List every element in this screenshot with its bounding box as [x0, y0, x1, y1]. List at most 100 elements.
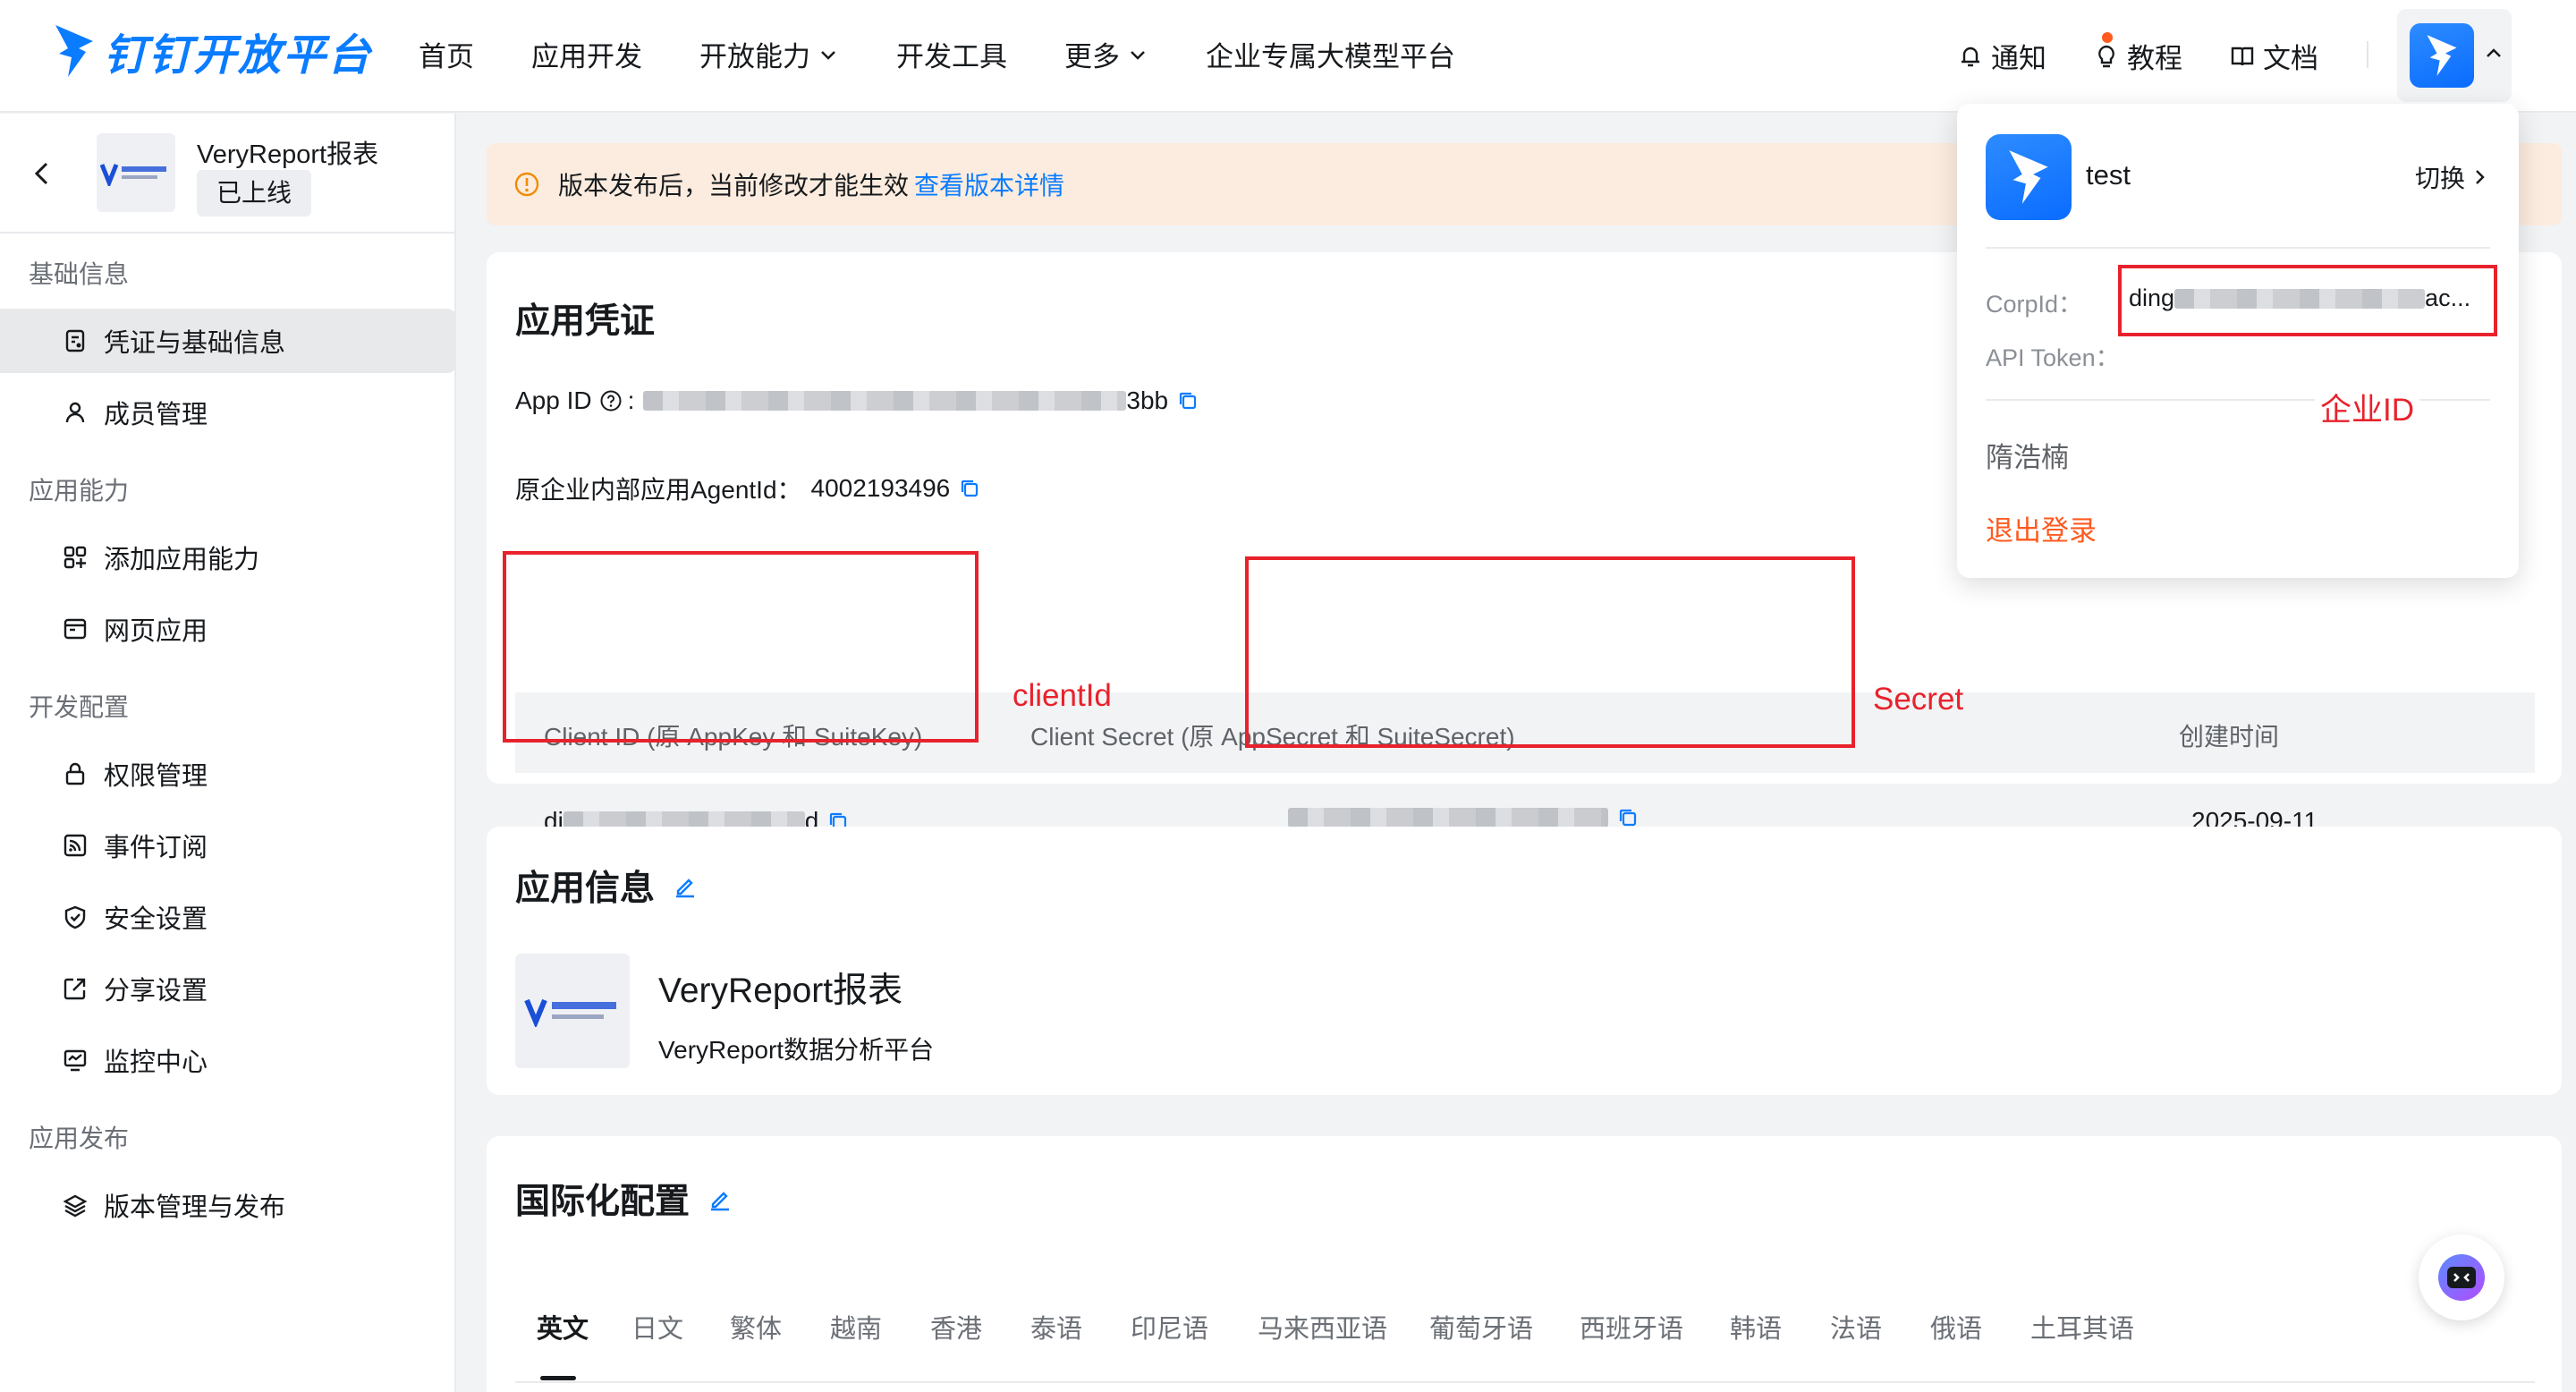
chevron-down-icon	[821, 50, 835, 60]
tutorial-label: 教程	[2127, 43, 2182, 74]
sidebar: VeryReport报表 已上线 基础信息 凭证与基础信息 成员管理 应用能力 …	[0, 114, 456, 1392]
sidebar-item-permissions[interactable]: 权限管理	[0, 742, 456, 806]
dingtalk-logo-icon	[55, 25, 93, 77]
copy-icon[interactable]	[1617, 807, 1639, 828]
tab-thai[interactable]: 泰语	[1030, 1308, 1082, 1345]
docs-label: 文档	[2263, 43, 2318, 74]
tab-french[interactable]: 法语	[1830, 1308, 1882, 1345]
assistant-icon	[2438, 1254, 2485, 1301]
sidebar-group-basic-info: 基础信息	[29, 260, 130, 288]
edit-icon[interactable]	[708, 1186, 733, 1211]
sidebar-item-security[interactable]: 安全设置	[0, 885, 456, 949]
monitor-icon	[64, 1049, 87, 1072]
org-name: test	[2086, 159, 2131, 191]
chevron-up-icon	[2487, 48, 2501, 57]
app-info-title: 应用信息	[515, 861, 698, 911]
org-logo	[1986, 134, 2072, 220]
org-popover: test 切换 CorpId： ding ac... API Token： 隋浩…	[1957, 104, 2519, 578]
tab-vietnamese[interactable]: 越南	[830, 1308, 882, 1345]
copy-icon[interactable]	[1177, 390, 1199, 412]
help-icon[interactable]	[599, 389, 623, 412]
tab-russian[interactable]: 俄语	[1930, 1308, 1982, 1345]
app-info-logo	[515, 954, 630, 1068]
nav-dev-tools[interactable]: 开发工具	[896, 34, 1007, 74]
assistant-float-button[interactable]	[2419, 1235, 2504, 1320]
logout-button[interactable]: 退出登录	[1986, 508, 2097, 548]
switch-org-button[interactable]: 切换	[2415, 159, 2488, 195]
api-token-label: API Token：	[1986, 344, 2120, 371]
lock-icon	[65, 762, 85, 785]
top-navigation-bar: 钉钉开放平台 首页 应用开发 开放能力 开发工具 更多 企业专属大模型平台 通知…	[0, 0, 2576, 113]
lightbulb-icon	[2098, 45, 2114, 67]
shield-icon	[64, 905, 86, 929]
bell-icon	[1962, 47, 1979, 66]
tab-spanish[interactable]: 西班牙语	[1580, 1308, 1683, 1345]
view-version-link[interactable]: 查看版本详情	[914, 166, 1064, 202]
app-id-field: App ID : 3bb	[515, 386, 1199, 415]
sidebar-group-dev-config: 开发配置	[29, 693, 130, 721]
notification-link[interactable]: 通知	[1957, 36, 2046, 76]
main-nav: 首页 应用开发 开放能力 开发工具 更多 企业专属大模型平台	[419, 34, 1513, 74]
nav-home[interactable]: 首页	[419, 34, 474, 74]
active-tab-indicator	[540, 1376, 576, 1380]
copy-icon[interactable]	[959, 478, 980, 499]
tab-korean[interactable]: 韩语	[1730, 1308, 1782, 1345]
client-secret-cell	[1288, 807, 1639, 828]
chevron-right-icon	[2476, 170, 2485, 184]
veryreport-logo-icon	[524, 998, 616, 1027]
app-header: VeryReport报表 已上线	[0, 114, 456, 233]
tab-indonesian[interactable]: 印尼语	[1131, 1308, 1208, 1345]
tab-hongkong[interactable]: 香港	[930, 1308, 982, 1345]
tutorial-badge-dot	[2102, 32, 2113, 43]
i18n-title: 国际化配置	[515, 1174, 733, 1224]
nav-more[interactable]: 更多	[1064, 34, 1148, 74]
tutorial-link[interactable]: 教程	[2093, 32, 2182, 76]
edit-icon[interactable]	[673, 873, 698, 898]
credentials-title: 应用凭证	[515, 302, 656, 341]
warning-circle-icon	[514, 172, 539, 197]
sidebar-item-web-app[interactable]: 网页应用	[0, 597, 456, 661]
agent-id-field: 原企业内部应用AgentId： 4002193496	[515, 471, 980, 506]
sidebar-group-capabilities: 应用能力	[29, 477, 130, 505]
tab-turkish[interactable]: 土耳其语	[2030, 1308, 2134, 1345]
back-arrow-icon[interactable]	[30, 160, 54, 187]
corpid-label: CorpId：	[1986, 291, 2083, 318]
nav-enterprise-llm[interactable]: 企业专属大模型平台	[1206, 34, 1455, 74]
brand-name: 钉钉开放平台	[104, 32, 373, 80]
tab-traditional[interactable]: 繁体	[730, 1308, 782, 1345]
app-info-description: VeryReport数据分析平台	[658, 1036, 935, 1064]
org-switcher-button[interactable]	[2397, 9, 2512, 102]
redacted-client-secret	[1288, 808, 1608, 828]
tab-english[interactable]: 英文	[537, 1308, 589, 1345]
app-id-suffix: 3bb	[1126, 386, 1169, 414]
sidebar-item-versions[interactable]: 版本管理与发布	[0, 1173, 456, 1237]
annotation-label-corpid: 企业ID	[2315, 385, 2420, 430]
book-icon	[2231, 47, 2254, 65]
sidebar-group-publish: 应用发布	[29, 1125, 130, 1152]
sidebar-item-members[interactable]: 成员管理	[0, 380, 456, 445]
app-name: VeryReport报表	[197, 140, 379, 169]
nav-app-dev[interactable]: 应用开发	[531, 34, 642, 74]
sidebar-item-events[interactable]: 事件订阅	[0, 813, 456, 878]
nav-open-capabilities[interactable]: 开放能力	[699, 34, 839, 74]
app-logo	[97, 133, 175, 212]
sidebar-item-credentials[interactable]: 凭证与基础信息	[0, 309, 456, 373]
tab-malay[interactable]: 马来西亚语	[1258, 1308, 1387, 1345]
notification-label: 通知	[1991, 43, 2046, 74]
tab-portuguese[interactable]: 葡萄牙语	[1429, 1308, 1533, 1345]
org-avatar	[2410, 23, 2474, 88]
apps-add-icon	[64, 546, 87, 569]
tab-japanese[interactable]: 日文	[631, 1308, 683, 1345]
annotation-label-secret: Secret	[1873, 682, 1964, 717]
sidebar-item-add-capability[interactable]: 添加应用能力	[0, 525, 456, 590]
language-tabs: 英文 日文 繁体 越南 香港 泰语 印尼语 马来西亚语 葡萄牙语 西班牙语 韩语…	[515, 1283, 2535, 1383]
docs-link[interactable]: 文档	[2229, 36, 2318, 76]
notice-text: 版本发布后，当前修改才能生效	[558, 172, 910, 199]
agent-id-value: 4002193496	[810, 474, 951, 502]
redacted-app-id	[643, 391, 1127, 411]
sidebar-item-share[interactable]: 分享设置	[0, 956, 456, 1021]
annotation-box-client-id	[503, 551, 979, 743]
dingtalk-open-platform-logo[interactable]: 钉钉开放平台	[52, 20, 372, 82]
webpage-icon	[64, 618, 87, 640]
sidebar-item-monitor[interactable]: 监控中心	[0, 1028, 456, 1092]
